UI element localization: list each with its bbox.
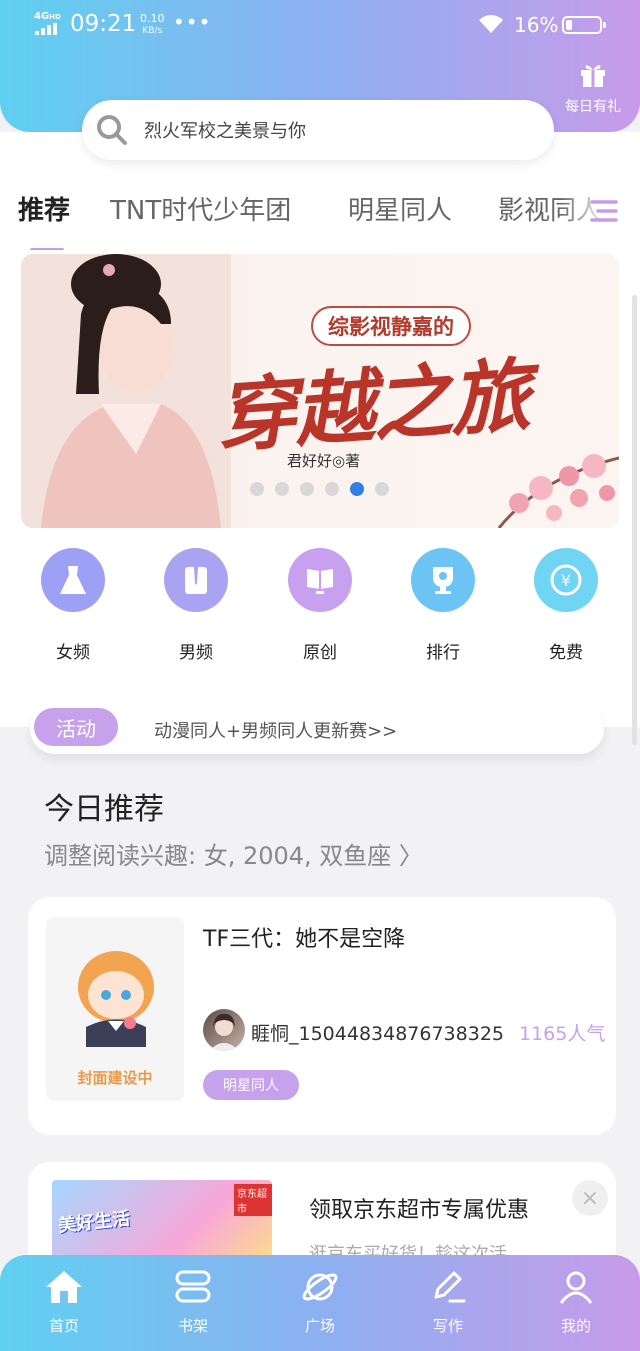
author-name[interactable]: 睚恫_15044834876738325: [251, 1019, 504, 1046]
category-label: 男频: [179, 643, 213, 663]
promo-banner[interactable]: 综影视静嘉的 穿越之旅 君好好◎著: [21, 254, 619, 528]
banner-dot-active[interactable]: [350, 482, 364, 496]
cherry-blossom-decoration: [497, 454, 619, 528]
book-cover: 封面建设中: [46, 917, 184, 1101]
nav-label: 我的: [560, 1317, 591, 1335]
category-tabs: 推荐 TNT时代少年团 明星同人 影视同人: [0, 190, 640, 250]
scrollbar[interactable]: [632, 295, 637, 745]
gift-label: 每日有礼: [565, 99, 621, 115]
category-male[interactable]: 男频: [146, 548, 246, 663]
category-label: 原创: [303, 643, 337, 663]
nav-label: 首页: [48, 1317, 79, 1335]
book-card[interactable]: 封面建设中 TF三代：她不是空降 睚恫_15044834876738325 11…: [28, 897, 616, 1135]
dress-icon: [41, 548, 105, 612]
banner-pagination: [250, 482, 389, 496]
active-tab-indicator: [30, 248, 64, 250]
banner-author: 君好好◎著: [287, 452, 361, 470]
wifi-icon: [479, 15, 503, 33]
nav-home[interactable]: 首页: [24, 1269, 104, 1336]
category-label: 女频: [56, 643, 90, 663]
ad-logo: 京东超市: [234, 1184, 272, 1216]
category-original[interactable]: 原创: [270, 548, 370, 663]
daily-gift-button[interactable]: 每日有礼: [560, 62, 626, 116]
svg-text:¥: ¥: [561, 571, 571, 590]
ad-close-button[interactable]: ×: [572, 1180, 608, 1216]
home-icon: [46, 1271, 82, 1303]
search-bar[interactable]: 烈火军校之美景与你: [82, 100, 554, 160]
tab-tnt[interactable]: TNT时代少年团: [110, 190, 291, 227]
cover-placeholder-illustration: [78, 951, 154, 1047]
tab-menu-icon[interactable]: [588, 196, 620, 226]
tab-recommend[interactable]: 推荐: [18, 190, 70, 227]
book-icon: [288, 548, 352, 612]
tab-celebrity[interactable]: 明星同人: [348, 190, 452, 227]
banner-dot[interactable]: [250, 482, 264, 496]
bookshelf-icon: [175, 1270, 211, 1303]
category-label: 排行: [426, 643, 460, 663]
banner-dot[interactable]: [325, 482, 339, 496]
search-input[interactable]: 烈火军校之美景与你: [144, 117, 306, 143]
activity-bar[interactable]: 活动 动漫同人+男频同人更新赛>>: [30, 704, 604, 754]
banner-girl-illustration: [21, 254, 231, 528]
activity-tag: 活动: [34, 708, 118, 746]
nav-square[interactable]: 广场: [280, 1269, 360, 1336]
banner-dot[interactable]: [300, 482, 314, 496]
book-title[interactable]: TF三代：她不是空降: [203, 921, 405, 953]
coin-icon: ¥: [534, 548, 598, 612]
planet-icon: [302, 1273, 338, 1301]
banner-dot[interactable]: [375, 482, 389, 496]
clock: 09:21: [70, 11, 137, 37]
search-icon: [92, 110, 132, 150]
profile-icon: [559, 1271, 593, 1304]
category-free[interactable]: ¥ 免费: [516, 548, 616, 663]
cover-caption: 封面建设中: [77, 1069, 153, 1087]
network-indicator: 4GHD: [34, 11, 61, 22]
status-bar: 4GHD 09:21 0.10 KB/s ••• 16%: [0, 0, 640, 50]
author-avatar[interactable]: [203, 1009, 245, 1051]
gift-icon: [581, 65, 605, 87]
more-status-icon: •••: [173, 10, 212, 34]
popularity-count: 1165人气: [519, 1023, 606, 1045]
activity-text[interactable]: 动漫同人+男频同人更新赛>>: [154, 717, 397, 743]
section-title: 今日推荐: [44, 792, 164, 827]
network-speed: 0.10 KB/s: [140, 12, 165, 37]
bottom-navigation: 首页 书架 广场 写作 我的: [0, 1255, 640, 1351]
category-ranking[interactable]: 排行: [393, 548, 493, 663]
reading-interest-link[interactable]: 调整阅读兴趣: 女, 2004, 双鱼座 〉: [44, 836, 423, 871]
battery-percent: 16%: [514, 13, 559, 37]
ad-title[interactable]: 领取京东超市专属优惠: [309, 1192, 529, 1224]
nav-write[interactable]: 写作: [408, 1269, 488, 1336]
shirt-icon: [164, 548, 228, 612]
category-female[interactable]: 女频: [23, 548, 123, 663]
nav-bookshelf[interactable]: 书架: [153, 1269, 233, 1336]
nav-label: 广场: [304, 1317, 335, 1335]
banner-dot[interactable]: [275, 482, 289, 496]
nav-profile[interactable]: 我的: [536, 1269, 616, 1336]
category-shortcuts: 女频 男频 原创 排行 ¥ 免费: [0, 548, 640, 678]
signal-icon: [35, 23, 57, 35]
nav-label: 写作: [432, 1317, 463, 1335]
trophy-icon: [411, 548, 475, 612]
pen-icon: [434, 1271, 466, 1303]
nav-label: 书架: [177, 1317, 208, 1335]
battery-icon: [562, 16, 606, 34]
ad-slogan: 美好生活: [57, 1208, 132, 1237]
book-tag[interactable]: 明星同人: [203, 1070, 299, 1100]
category-label: 免费: [549, 643, 583, 663]
